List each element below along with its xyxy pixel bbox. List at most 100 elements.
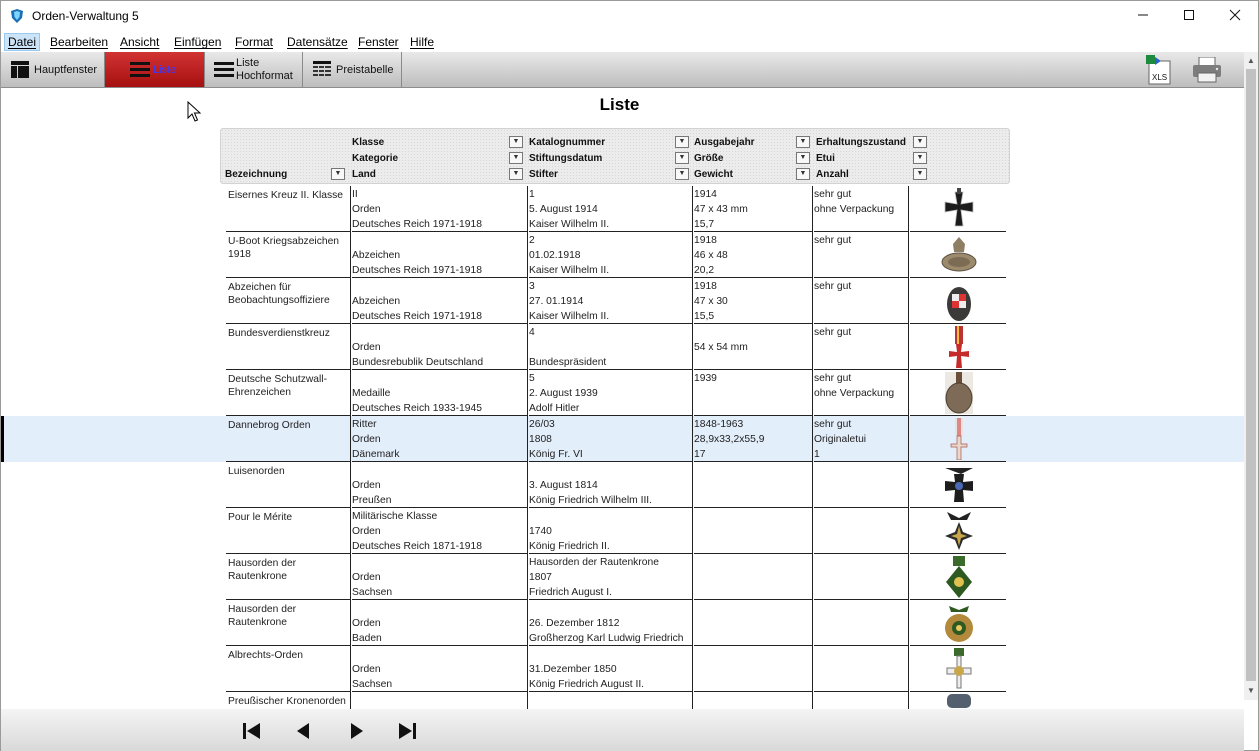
column-divider [350, 416, 351, 462]
cell-c3-line2: 1740 [529, 526, 552, 537]
table-row[interactable]: Dannebrog Orden Ritter Orden Dänemark 26/03 1… [1, 416, 1244, 462]
table-row[interactable]: Abzeichen für Beobachtungsoffiziere Abzei… [1, 278, 1244, 324]
sort-etui-chevron-down-icon[interactable]: ▼ [913, 152, 927, 164]
cell-c3-line2: 27. 01.1914 [529, 296, 584, 307]
cell-c5-line2: ohne Verpackung [814, 204, 895, 215]
sort-bezeichnung-chevron-down-icon[interactable]: ▼ [331, 168, 345, 180]
tab-preistabelle[interactable]: Preistabelle [303, 52, 402, 87]
medal-thumbnail-dannebrog[interactable] [939, 418, 979, 460]
menu-bearbeiten[interactable]: Bearbeiten [47, 33, 111, 51]
header-erhaltungszustand: Erhaltungszustand [816, 137, 907, 148]
medal-thumbnail-bvk[interactable] [939, 326, 979, 368]
sort-land-chevron-down-icon[interactable]: ▼ [509, 168, 523, 180]
window-title: Orden-Verwaltung 5 [32, 9, 139, 23]
cell-c4-line2: 54 x 54 mm [694, 342, 748, 353]
medal-thumbnail-albrecht[interactable] [939, 648, 979, 690]
tab-hauptfenster[interactable]: Hauptfenster [1, 52, 105, 87]
sort-erhaltungszustand-chevron-down-icon[interactable]: ▼ [913, 136, 927, 148]
menu-format[interactable]: Format [232, 33, 276, 51]
column-divider [527, 692, 528, 709]
table-row[interactable]: Eisernes Kreuz II. Klasse II Orden Deutsche… [1, 186, 1244, 232]
medal-thumbnail-plm[interactable] [939, 510, 979, 552]
scroll-up-icon[interactable]: ▲ [1244, 54, 1258, 68]
medal-thumbnail-raute[interactable] [939, 556, 979, 598]
cell-c2-line1: II [352, 189, 358, 200]
column-divider [692, 554, 693, 600]
scrollbar-thumb[interactable] [1246, 69, 1256, 681]
medal-thumbnail-krone[interactable] [939, 694, 979, 709]
excel-export-icon[interactable]: XLS [1146, 55, 1172, 85]
cell-bezeichnung: Pour le Mérite [228, 512, 293, 523]
table-row[interactable]: Albrechts-Orden Orden Sachsen 31.Dezember 1… [1, 646, 1244, 692]
table-row[interactable]: Hausorden der Rautenkrone Orden Sachsen Hau… [1, 554, 1244, 600]
menu-datei[interactable]: Datei [4, 33, 41, 51]
medal-thumbnail-uboat[interactable] [939, 234, 979, 276]
medal-thumbnail-medal[interactable] [939, 372, 979, 414]
cell-c3-line3: Kaiser Wilhelm II. [529, 219, 610, 230]
cell-c3-line3: Friedrich August I. [529, 587, 612, 598]
sort-klasse-chevron-down-icon[interactable]: ▼ [509, 136, 523, 148]
cell-c2-line2: Abzeichen [352, 296, 401, 307]
table-row[interactable]: Pour le Mérite Militärische Klasse Orden De… [1, 508, 1244, 554]
table-row[interactable]: Luisenorden Orden Preußen 3. August 1814 Kön… [1, 462, 1244, 508]
medal-thumbnail-iron-cross[interactable] [939, 188, 979, 230]
next-record-icon[interactable] [345, 721, 367, 741]
table-row[interactable]: U-Boot Kriegsabzeichen 1918 Abzeichen Deut… [1, 232, 1244, 278]
previous-record-icon[interactable] [293, 721, 315, 741]
column-divider [692, 646, 693, 692]
cell-c3-line2: 31.Dezember 1850 [529, 664, 617, 675]
column-divider [908, 324, 909, 370]
sort-katalognummer-chevron-down-icon[interactable]: ▼ [675, 136, 689, 148]
column-divider [908, 416, 909, 462]
vertical-scrollbar[interactable]: ▲ ▼ [1244, 52, 1258, 700]
menu-einfuegen[interactable]: Einfügen [171, 33, 224, 51]
medal-thumbnail-luise[interactable] [939, 464, 979, 506]
table-row[interactable]: Hausorden der Rautenkrone Orden Baden 26. D… [1, 600, 1244, 646]
table-row[interactable]: Preußischer Kronenorden [1, 692, 1244, 709]
sort-stifter-chevron-down-icon[interactable]: ▼ [675, 168, 689, 180]
cell-c4-line3: 17 [694, 449, 706, 460]
cell-bezeichnung: Abzeichen für Beobachtungsoffiziere [228, 282, 330, 306]
tab-liste-hochformat[interactable]: Liste Hochformat [205, 52, 303, 87]
table-row[interactable]: Deutsche Schutzwall-Ehrenzeichen Medaille… [1, 370, 1244, 416]
column-divider [527, 462, 528, 508]
scroll-down-icon[interactable]: ▼ [1244, 684, 1258, 698]
sort-groesse-chevron-down-icon[interactable]: ▼ [796, 152, 810, 164]
medal-thumbnail-observer[interactable] [939, 280, 979, 322]
column-divider [350, 278, 351, 324]
list-portrait-icon [214, 62, 234, 77]
close-button[interactable] [1212, 1, 1258, 32]
medal-thumbnail-baden[interactable] [939, 602, 979, 644]
column-divider [527, 324, 528, 370]
tab-liste[interactable]: Liste [105, 52, 205, 87]
first-record-icon[interactable] [241, 721, 263, 741]
menu-datensaetze[interactable]: Datensätze [284, 33, 351, 51]
sort-kategorie-chevron-down-icon[interactable]: ▼ [509, 152, 523, 164]
cell-c3-line2: 01.02.1918 [529, 250, 581, 261]
column-divider [812, 600, 813, 646]
column-divider [350, 186, 351, 232]
close-icon [1229, 9, 1241, 21]
sort-anzahl-chevron-down-icon[interactable]: ▼ [913, 168, 927, 180]
cell-c5-line1: sehr gut [814, 189, 852, 200]
tab-hauptfenster-label: Hauptfenster [34, 64, 97, 76]
last-record-icon[interactable] [396, 721, 418, 741]
menu-ansicht[interactable]: Ansicht [117, 33, 162, 51]
cell-bezeichnung: Deutsche Schutzwall-Ehrenzeichen [228, 374, 328, 398]
cell-c2-line3: Deutsches Reich 1871-1918 [352, 541, 482, 552]
toolbar: Hauptfenster Liste Liste Hochformat Prei… [1, 52, 1244, 88]
cell-bezeichnung: U-Boot Kriegsabzeichen 1918 [228, 236, 340, 260]
minimize-button[interactable] [1120, 1, 1166, 32]
sort-ausgabejahr-chevron-down-icon[interactable]: ▼ [796, 136, 810, 148]
maximize-button[interactable] [1166, 1, 1212, 32]
printer-icon[interactable] [1192, 57, 1222, 83]
table-row[interactable]: Bundesverdienstkreuz Orden Bundesrebublik … [1, 324, 1244, 370]
menu-hilfe[interactable]: Hilfe [407, 33, 437, 51]
column-divider [692, 508, 693, 554]
column-divider [692, 692, 693, 709]
sort-gewicht-chevron-down-icon[interactable]: ▼ [796, 168, 810, 180]
cell-c3-line1: 26/03 [529, 419, 555, 430]
menu-fenster[interactable]: Fenster [355, 33, 402, 51]
sort-stiftungsdatum-chevron-down-icon[interactable]: ▼ [675, 152, 689, 164]
cell-c2-line2: Orden [352, 618, 381, 629]
